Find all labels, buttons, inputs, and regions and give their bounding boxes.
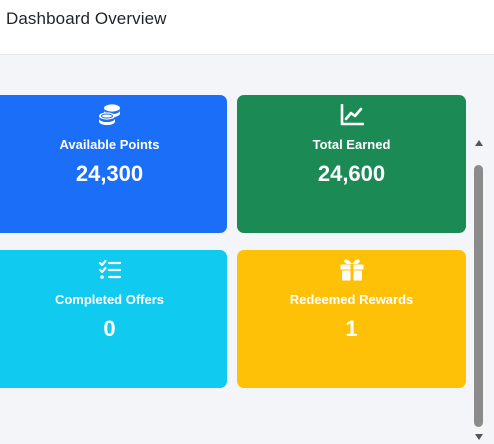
scroll-thumb[interactable] (474, 165, 483, 427)
total-earned-label: Total Earned (312, 137, 391, 152)
coins-icon (0, 103, 227, 127)
available-points-value: 24,300 (75, 161, 144, 186)
header: Dashboard Overview (0, 0, 494, 55)
list-check-icon (0, 258, 227, 282)
redeemed-rewards-value: 1 (345, 316, 358, 341)
total-earned-card[interactable]: Total Earned 24,600 (237, 95, 466, 233)
gift-icon (237, 258, 466, 282)
completed-offers-card[interactable]: Completed Offers 0 (0, 250, 227, 388)
available-points-label: Available Points (59, 137, 160, 152)
redeemed-rewards-label: Redeemed Rewards (289, 292, 414, 307)
completed-offers-value: 0 (103, 316, 116, 341)
vertical-scrollbar[interactable] (472, 136, 486, 444)
scroll-down-arrow-icon[interactable] (475, 434, 483, 440)
total-earned-value: 24,600 (317, 161, 386, 186)
completed-offers-label: Completed Offers (54, 292, 165, 307)
chart-line-icon (237, 103, 466, 127)
scroll-up-arrow-icon[interactable] (475, 140, 483, 146)
dashboard-content: Available Points 24,300 Total Earned 24,… (0, 56, 494, 440)
available-points-card[interactable]: Available Points 24,300 (0, 95, 227, 233)
page-title: Dashboard Overview (6, 9, 167, 28)
redeemed-rewards-card[interactable]: Redeemed Rewards 1 (237, 250, 466, 388)
